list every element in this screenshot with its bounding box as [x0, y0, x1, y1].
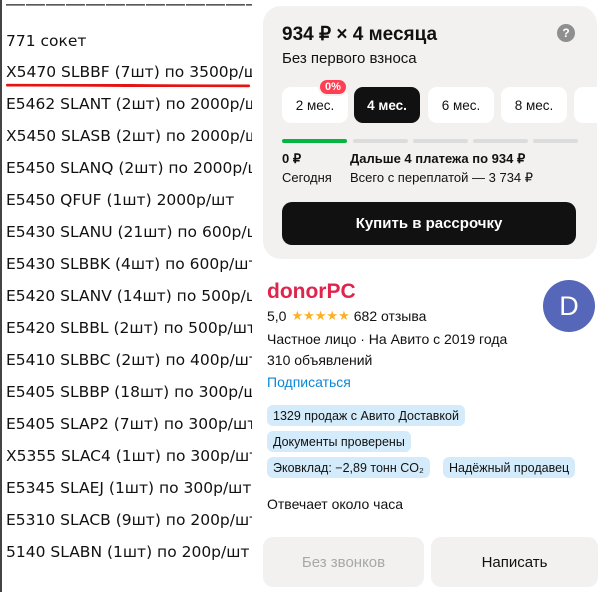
listing-line: E5310 SLACB (9шт) по 200р/шт	[6, 511, 252, 529]
listing-line: E5405 SLBBP (18шт) по 300р/шт	[6, 383, 252, 401]
ads-count-link[interactable]: 310 объявлений	[267, 352, 372, 368]
installment-subtitle: Без первого взноса	[282, 50, 417, 67]
listing-line: E5405 SLAP2 (7шт) по 300р/шт	[6, 415, 252, 433]
listing-line: X5470 SLBBF (7шт) по 3500р/шт	[6, 63, 252, 81]
star-icons: ★★★★★	[291, 308, 350, 323]
listing-line: E5450 SLANQ (2шт) по 2000р/шт	[6, 159, 252, 177]
progress-segment	[413, 139, 468, 143]
payment-progress	[282, 139, 578, 143]
listing-line: E5430 SLANU (21шт) по 600р/шт	[6, 223, 252, 241]
seller-type: Частное лицо · На Авито с 2019 года	[267, 331, 508, 347]
term-6-months[interactable]: 6 мес.	[428, 87, 494, 123]
rating-value: 5,0	[267, 308, 287, 324]
progress-segment	[353, 139, 408, 143]
progress-segment-paid	[282, 139, 347, 143]
term-next-partial[interactable]	[574, 87, 597, 123]
seller-name[interactable]: donorPC	[267, 280, 356, 304]
listing-line: 771 сокет	[6, 32, 87, 50]
help-icon[interactable]: ?	[557, 24, 575, 42]
red-highlight-stroke	[5, 83, 251, 88]
listing-line: E5410 SLBBC (2шт) по 400р/шт	[6, 351, 252, 369]
chip-reliable-seller: Надёжный продавец	[443, 457, 576, 478]
no-calls-button[interactable]: Без звонков	[263, 537, 424, 587]
subscribe-link[interactable]: Подписаться	[267, 374, 351, 390]
reply-time: Отвечает около часа	[267, 496, 404, 512]
listing-line: E5462 SLANT (2шт) по 2000р/шт	[6, 95, 252, 113]
installment-title: 934 ₽ × 4 месяца	[282, 24, 438, 45]
zero-percent-badge: 0%	[318, 78, 348, 96]
reviews-link[interactable]: 682 отзыва	[354, 308, 427, 324]
term-8-months[interactable]: 8 мес.	[501, 87, 567, 123]
chip-eco-contribution: Эковклад: −2,89 тонн CO₂	[267, 457, 430, 478]
rating-row: 5,0 ★★★★★ 682 отзыва	[267, 308, 426, 324]
chip-deliveries: 1329 продаж с Авито Доставкой	[267, 405, 465, 426]
listing-line: E5420 SLBBL (2шт) по 500р/шт	[6, 319, 252, 337]
chip-documents-verified: Документы проверены	[267, 431, 411, 452]
listing-line: 5140 SLABN (1шт) по 200р/шт	[6, 543, 250, 561]
first-payment-amount: 0 ₽	[282, 151, 302, 166]
listing-line: X5355 SLAC4 (1шт) по 300р/шт	[6, 447, 252, 465]
avatar[interactable]: D	[543, 280, 595, 332]
term-4-months[interactable]: 4 мес.	[354, 87, 420, 123]
listing-photo[interactable]: —————————————— 771 сокет X5470 SLBBF (7ш…	[0, 0, 252, 592]
write-message-button[interactable]: Написать	[431, 537, 598, 587]
installment-card: 934 ₽ × 4 месяца ? Без первого взноса 2 …	[263, 6, 597, 259]
total-with-overpayment: Всего с переплатой — 3 734 ₽	[350, 170, 534, 185]
buy-installment-button[interactable]: Купить в рассрочку	[282, 202, 576, 245]
listing-line: E5430 SLBBK (4шт) по 600р/шт	[6, 255, 252, 273]
first-payment-when: Сегодня	[282, 170, 332, 185]
dash-separator: ——————————————	[6, 0, 252, 15]
next-payments: Дальше 4 платежа по 934 ₽	[350, 151, 526, 166]
listing-line: E5450 QFUF (1шт) 2000р/шт	[6, 191, 235, 209]
progress-segment	[473, 139, 528, 143]
listing-line: X5450 SLASB (2шт) по 2000р/шт	[6, 127, 252, 145]
listing-line: E5345 SLAEJ (1шт) по 300р/шт	[6, 479, 252, 497]
progress-segment	[533, 139, 578, 143]
listing-line: E5420 SLANV (14шт) по 500р/шт	[6, 287, 252, 305]
